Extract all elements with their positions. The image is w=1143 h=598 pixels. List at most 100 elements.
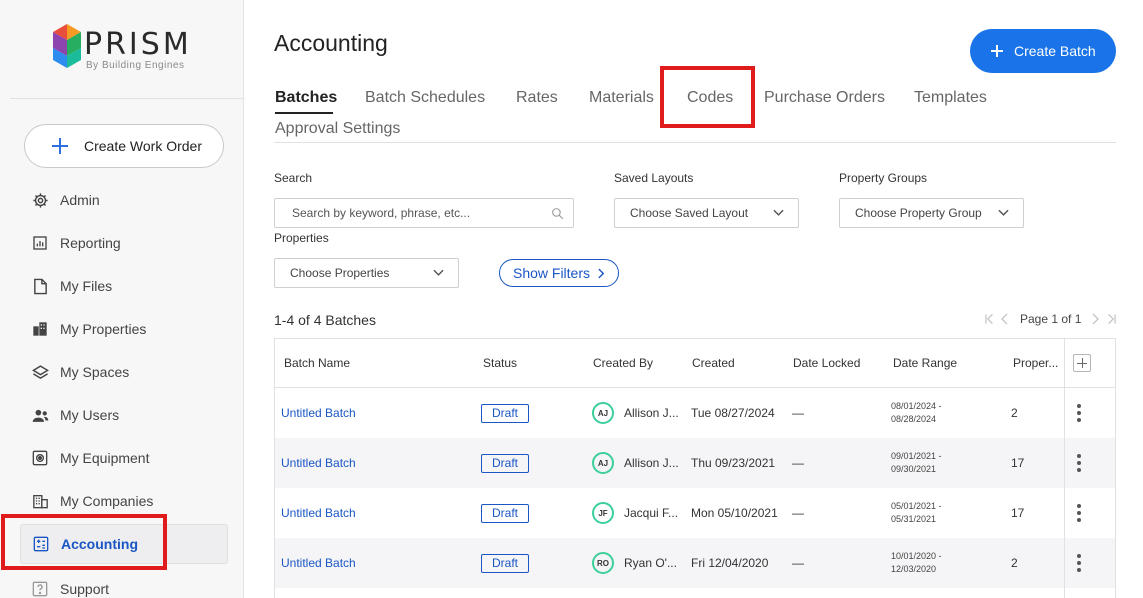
date-range-end: 09/30/2021 <box>891 464 937 474</box>
show-filters-button[interactable]: Show Filters <box>499 259 619 287</box>
sidebar-item-label: Admin <box>60 192 100 208</box>
property-count: 2 <box>1011 406 1018 420</box>
avatar: JF <box>592 502 614 524</box>
help-icon <box>31 580 49 598</box>
table-row[interactable]: Untitled Batch Draft AJ Allison J... Thu … <box>275 438 1115 488</box>
equipment-icon <box>31 449 49 467</box>
table-row[interactable]: Untitled Batch Draft RO Ryan O'... Fri 12… <box>275 538 1115 588</box>
tab-approval-settings[interactable]: Approval Settings <box>275 120 400 138</box>
show-filters-label: Show Filters <box>512 265 591 281</box>
properties-select[interactable]: Choose Properties <box>274 258 459 288</box>
tab-purchase-orders[interactable]: Purchase Orders <box>764 89 885 107</box>
first-page-icon[interactable] <box>985 313 998 325</box>
created-by: Allison J... <box>624 456 679 470</box>
search-field[interactable] <box>274 198 574 228</box>
date-range-start: 10/01/2020 - <box>891 551 942 561</box>
add-column-button[interactable] <box>1073 354 1091 372</box>
properties-label: Properties <box>274 231 329 245</box>
date-range-end: 12/03/2020 <box>891 564 937 574</box>
property-count: 2 <box>1011 556 1018 570</box>
sidebar-item-label: My Companies <box>60 493 154 509</box>
sidebar-item-my-properties[interactable]: My Properties <box>20 309 228 349</box>
sidebar-item-support[interactable]: Support <box>20 569 228 598</box>
batch-name-link[interactable]: Untitled Batch <box>281 438 356 488</box>
search-label: Search <box>274 171 313 185</box>
column-header-created-by[interactable]: Created By <box>593 339 653 387</box>
avatar: AJ <box>592 452 614 474</box>
sidebar-item-label: My Files <box>60 278 113 294</box>
column-header-date-range[interactable]: Date Range <box>893 339 957 387</box>
chevron-down-icon <box>433 269 444 276</box>
sidebar-item-admin[interactable]: Admin <box>20 180 228 220</box>
date-range-start: 05/01/2021 - <box>891 501 942 511</box>
created-by: Ryan O'... <box>624 556 677 570</box>
created-date: Mon 05/10/2021 <box>691 506 778 520</box>
next-page-icon[interactable] <box>1091 313 1099 325</box>
created-date: Fri 12/04/2020 <box>691 556 769 570</box>
sidebar-divider <box>10 98 243 99</box>
bar-chart-icon <box>31 234 49 252</box>
status-badge: Draft <box>481 453 529 473</box>
batch-name-link[interactable]: Untitled Batch <box>281 488 356 538</box>
highlight-accounting <box>1 514 167 570</box>
create-batch-button[interactable]: Create Batch <box>970 29 1116 73</box>
tab-batches[interactable]: Batches <box>275 89 337 107</box>
properties-value: Choose Properties <box>290 266 390 280</box>
column-header-batch-name[interactable]: Batch Name <box>284 339 350 387</box>
plus-icon <box>52 138 68 154</box>
saved-layouts-value: Choose Saved Layout <box>630 206 749 220</box>
tab-templates[interactable]: Templates <box>914 89 987 107</box>
status-badge: Draft <box>481 553 529 573</box>
previous-page-icon[interactable] <box>1001 313 1009 325</box>
table-row[interactable]: Untitled Batch Draft JF Jacqui F... Mon 0… <box>275 488 1115 538</box>
last-page-icon[interactable] <box>1103 313 1116 325</box>
saved-layouts-label: Saved Layouts <box>614 171 694 185</box>
sidebar-item-my-equipment[interactable]: My Equipment <box>20 438 228 478</box>
sidebar-item-label: My Users <box>60 407 120 423</box>
sidebar-item-my-users[interactable]: My Users <box>20 395 228 435</box>
logo-tagline: By Building Engines <box>86 60 185 71</box>
chevron-right-icon <box>598 268 605 278</box>
column-header-created[interactable]: Created <box>692 339 735 387</box>
row-actions-icon[interactable] <box>1077 554 1081 572</box>
create-work-order-button[interactable]: Create Work Order <box>24 124 224 168</box>
avatar: AJ <box>592 402 614 424</box>
batches-table: Batch Name Status Created By Created Dat… <box>274 338 1116 598</box>
created-by: Allison J... <box>624 406 679 420</box>
column-header-status[interactable]: Status <box>483 339 517 387</box>
users-icon <box>31 406 49 424</box>
tab-rates[interactable]: Rates <box>516 89 558 107</box>
date-locked: — <box>792 506 804 520</box>
sidebar-item-my-files[interactable]: My Files <box>20 266 228 306</box>
row-actions-icon[interactable] <box>1077 404 1081 422</box>
row-actions-icon[interactable] <box>1077 504 1081 522</box>
tab-materials[interactable]: Materials <box>589 89 654 107</box>
saved-layouts-select[interactable]: Choose Saved Layout <box>614 198 799 228</box>
prism-logo-icon <box>53 24 81 68</box>
created-date: Tue 08/27/2024 <box>691 406 775 420</box>
date-range-end: 08/28/2024 <box>891 414 937 424</box>
batch-count: 1-4 of 4 Batches <box>274 312 376 328</box>
status-badge: Draft <box>481 403 529 423</box>
column-header-properties[interactable]: Proper... <box>1013 339 1058 387</box>
date-locked: — <box>792 556 804 570</box>
sidebar-item-label: My Properties <box>60 321 147 337</box>
row-actions-icon[interactable] <box>1077 454 1081 472</box>
date-range-end: 05/31/2021 <box>891 514 937 524</box>
sidebar-item-reporting[interactable]: Reporting <box>20 223 228 263</box>
created-by: Jacqui F... <box>624 506 679 520</box>
highlight-codes-tab <box>660 66 755 128</box>
search-input[interactable] <box>292 199 552 227</box>
tab-batch-schedules[interactable]: Batch Schedules <box>365 89 485 107</box>
table-row[interactable]: Untitled Batch Draft AJ Allison J... Tue … <box>275 388 1115 438</box>
property-groups-select[interactable]: Choose Property Group <box>839 198 1024 228</box>
batch-name-link[interactable]: Untitled Batch <box>281 388 356 438</box>
prism-logo[interactable]: PRISM By Building Engines <box>53 24 203 71</box>
column-header-date-locked[interactable]: Date Locked <box>793 339 860 387</box>
batch-name-link[interactable]: Untitled Batch <box>281 538 356 588</box>
avatar: RO <box>592 552 614 574</box>
sidebar-item-label: Reporting <box>60 235 121 251</box>
plus-icon <box>991 45 1003 57</box>
date-range-start: 09/01/2021 - <box>891 451 942 461</box>
sidebar-item-my-spaces[interactable]: My Spaces <box>20 352 228 392</box>
